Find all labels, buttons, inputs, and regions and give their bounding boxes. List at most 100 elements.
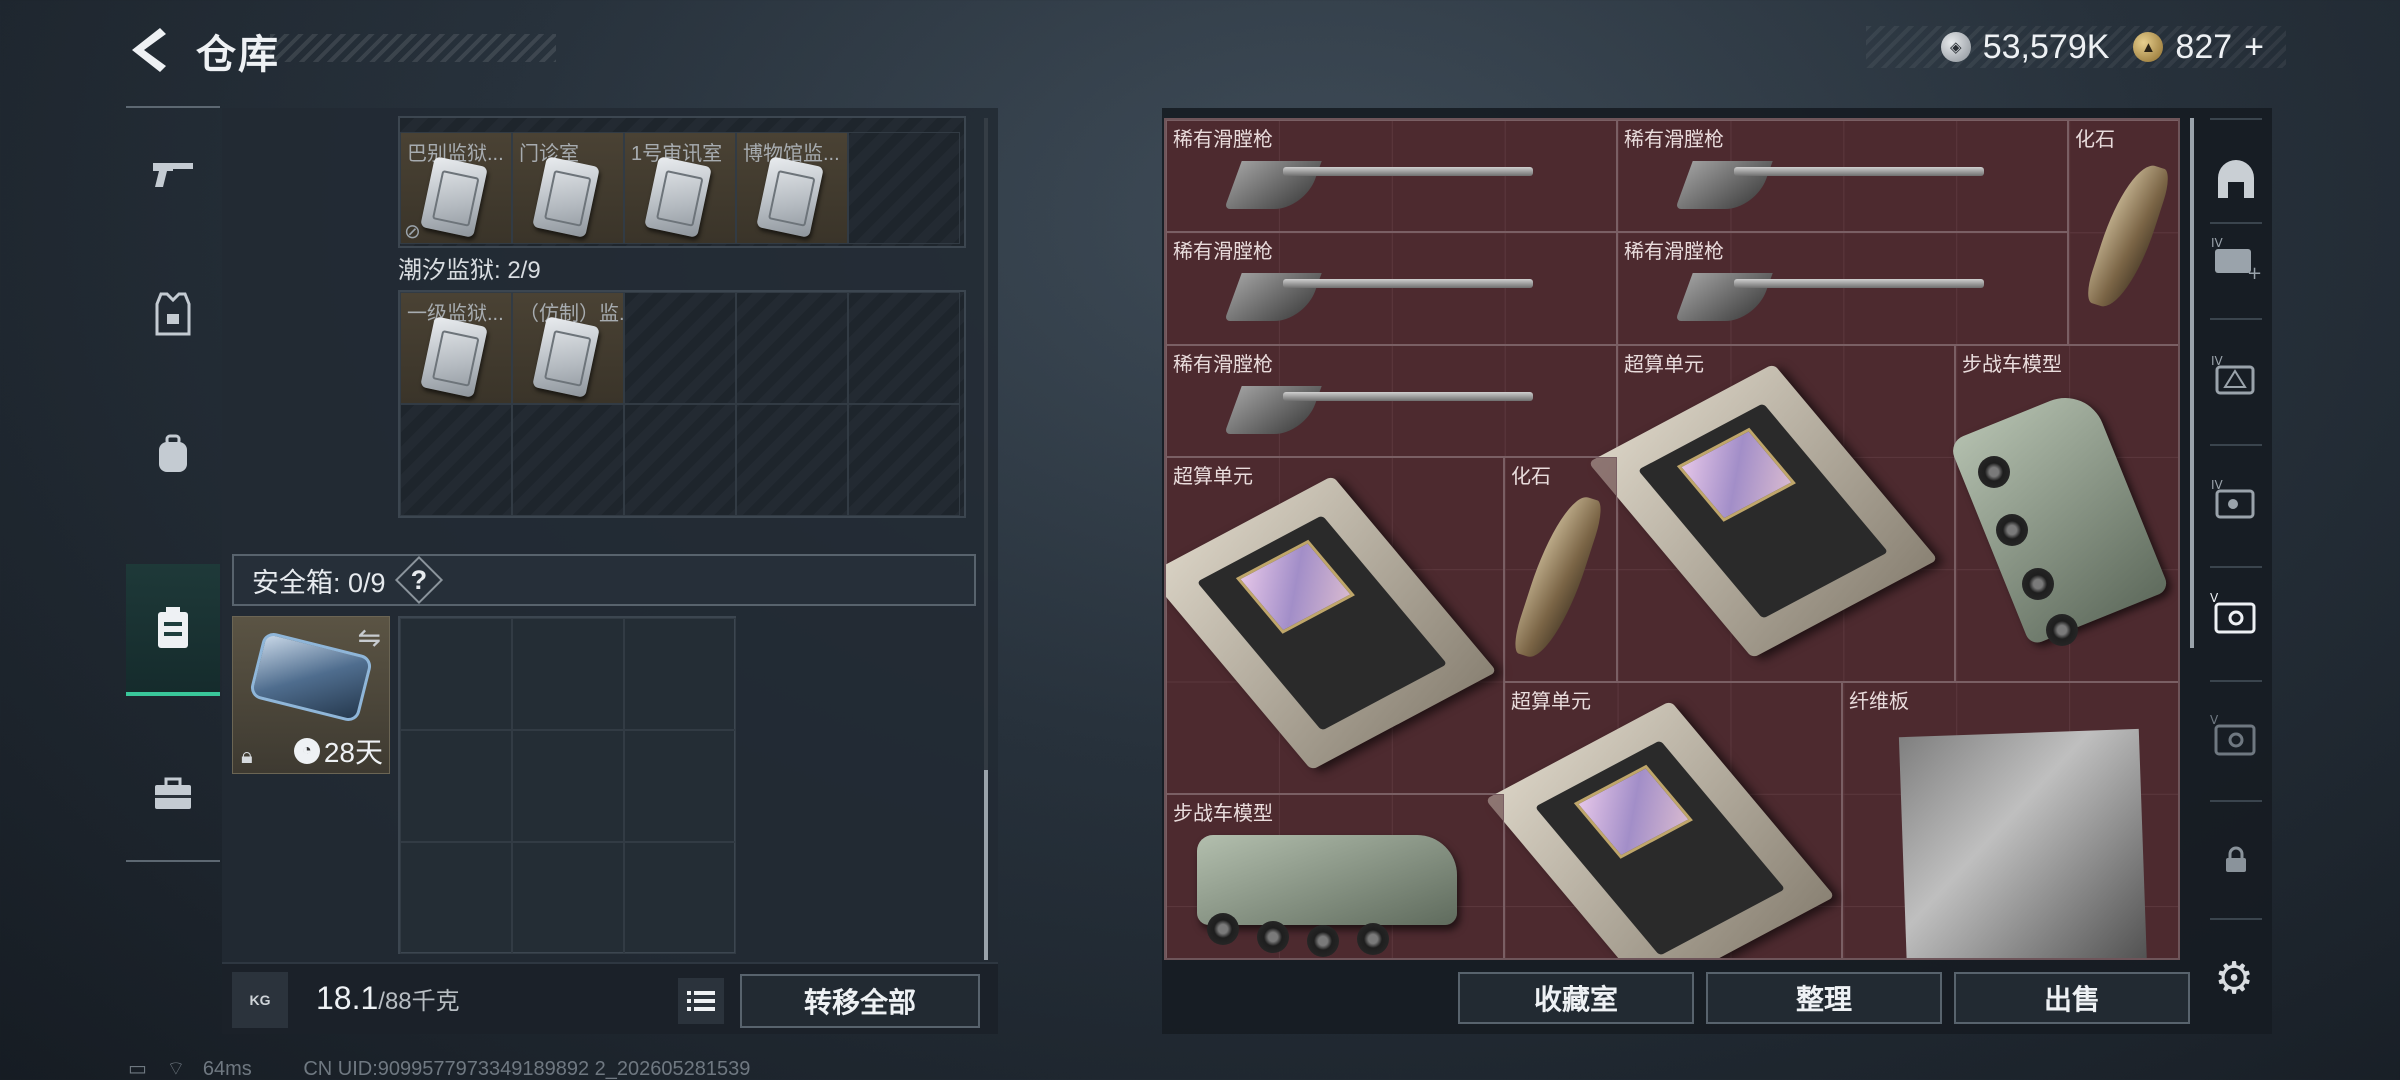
container-item-card[interactable]: 1号审讯室	[624, 132, 736, 244]
rail-item-card-slot-1[interactable]: IV +	[2206, 228, 2266, 288]
stash-item[interactable]: 超算单元	[1588, 345, 1955, 682]
empty-slot[interactable]	[512, 618, 624, 730]
gear-icon: ⚙	[2214, 953, 2254, 1003]
empty-slot[interactable]	[848, 132, 960, 244]
card-icon: V	[2210, 713, 2256, 756]
safe-box-case-icon	[248, 630, 374, 724]
empty-slot[interactable]	[848, 404, 960, 516]
list-icon	[687, 991, 715, 1011]
empty-slot[interactable]	[400, 842, 512, 954]
stash-item[interactable]: 纤维板	[1842, 682, 2178, 958]
rail-item-card-slot-3[interactable]: IV	[2206, 470, 2266, 530]
empty-slot[interactable]	[624, 730, 736, 842]
rail-item-weapons[interactable]	[126, 108, 220, 240]
warning-card-icon: IV	[2211, 354, 2255, 395]
empty-slot[interactable]	[512, 404, 624, 516]
settings-button[interactable]: ⚙	[2206, 950, 2262, 1006]
back-button[interactable]	[126, 24, 172, 76]
key-card-icon	[532, 156, 600, 238]
stash-item[interactable]: 稀有滑膛枪	[1166, 232, 1617, 345]
rail-item-safe-box[interactable]	[126, 564, 220, 696]
rail-item-card-slot-4[interactable]: V	[2206, 584, 2266, 644]
stash-item[interactable]: 步战车模型	[1166, 794, 1504, 958]
silver-currency-value: 53,579K	[1982, 27, 2110, 66]
helmet-icon	[2218, 160, 2254, 198]
empty-slot[interactable]	[624, 292, 736, 404]
gold-coin-icon: ▲	[2133, 32, 2164, 62]
safe-box-grid	[398, 616, 736, 954]
stash-item[interactable]: 稀有滑膛枪	[1166, 120, 1617, 232]
safe-box-equipped-item[interactable]: ⇋ 🔒︎ ◔ 28天	[232, 616, 390, 774]
stash-item[interactable]: 化石	[2068, 120, 2178, 345]
help-button[interactable]: ?	[394, 555, 443, 605]
compute-unit-icon	[1588, 363, 1938, 659]
backpack-icon	[159, 434, 187, 472]
container-footer: KG 18.1/88千克 转移全部	[222, 962, 998, 1034]
uid-text: CN UID:9099577973349189892 2_20260528153…	[303, 1058, 751, 1080]
empty-slot[interactable]	[736, 292, 848, 404]
add-card-icon: IV +	[2211, 236, 2261, 281]
safe-box-icon	[158, 607, 188, 648]
safe-box-timer: ◔ 28天	[293, 731, 383, 771]
add-currency-button[interactable]: +	[2244, 28, 2264, 67]
container-scroll-thumb[interactable]	[984, 770, 988, 960]
stash-item[interactable]: 化石	[1504, 457, 1617, 682]
empty-slot[interactable]	[624, 404, 736, 516]
container-item-card[interactable]: （仿制）监...	[512, 292, 624, 404]
empty-slot[interactable]	[400, 404, 512, 516]
rail-item-card-slot-2[interactable]: IV	[2206, 346, 2266, 406]
container-item-card[interactable]: 一级监狱...	[400, 292, 512, 404]
stash-scroll-thumb[interactable]	[2190, 118, 2194, 648]
item-name: 稀有滑膛枪	[1624, 129, 1724, 151]
sort-button[interactable]: 整理	[1706, 972, 1942, 1024]
battery-icon: ▭	[128, 1058, 147, 1080]
wifi-icon: ⌔	[166, 1058, 186, 1080]
empty-slot[interactable]	[624, 618, 736, 730]
rail-item-card-slot-5[interactable]: V	[2206, 706, 2266, 766]
empty-slot[interactable]	[400, 618, 512, 730]
container-item-card[interactable]: 博物馆监...	[736, 132, 848, 244]
list-view-button[interactable]	[678, 978, 724, 1024]
stash-item[interactable]: 超算单元	[1485, 682, 1842, 958]
rail-item-toolbox[interactable]	[126, 728, 220, 860]
stash-item[interactable]: 稀有滑膛枪	[1166, 345, 1617, 457]
clock-icon: ◔	[293, 738, 320, 764]
gun-icon	[153, 163, 193, 187]
rail-item-backpack[interactable]	[126, 388, 220, 520]
key-card-icon	[644, 156, 712, 238]
item-name: 步战车模型	[1962, 354, 2062, 376]
musket-icon	[1224, 273, 1533, 321]
silver-coin-icon: ◈	[1940, 32, 1971, 62]
sell-button[interactable]: 出售	[1954, 972, 2190, 1024]
key-card-icon	[420, 156, 488, 238]
stash-grid: 稀有滑膛枪 稀有滑膛枪 化石 稀有滑膛枪 稀有滑膛枪 稀有滑膛枪 超算单元 步战…	[1164, 118, 2180, 960]
rail-item-helmet[interactable]	[2206, 150, 2266, 210]
empty-slot[interactable]	[848, 292, 960, 404]
weight-max: /88千克	[378, 988, 460, 1015]
item-name: 超算单元	[1511, 691, 1591, 713]
ifv-model-icon	[1948, 385, 2170, 647]
key-card-icon: IV	[2211, 478, 2255, 519]
empty-slot[interactable]	[512, 842, 624, 954]
empty-slot[interactable]	[624, 842, 736, 954]
empty-slot[interactable]	[400, 730, 512, 842]
rail-item-armor[interactable]	[126, 248, 220, 380]
ifv-model-icon	[1197, 835, 1457, 925]
transfer-all-button[interactable]: 转移全部	[740, 974, 980, 1028]
page-title: 仓库	[196, 33, 280, 77]
lock-icon: 🔒︎	[241, 743, 253, 768]
rail-item-locked[interactable]	[2206, 830, 2266, 890]
item-name: 稀有滑膛枪	[1624, 241, 1724, 263]
ping-value: 64ms	[202, 1058, 252, 1080]
safe-box-header: 安全箱: 0/9 ?	[232, 554, 976, 606]
empty-slot[interactable]	[512, 730, 624, 842]
stash-item[interactable]: 步战车模型	[1948, 345, 2178, 682]
container-item-card[interactable]: 门诊室	[512, 132, 624, 244]
stash-item[interactable]: 稀有滑膛枪	[1617, 232, 2068, 345]
compute-unit-icon	[1485, 700, 1835, 958]
stash-item[interactable]: 稀有滑膛枪	[1617, 120, 2068, 232]
stash-item[interactable]: 超算单元	[1166, 457, 1504, 794]
empty-slot[interactable]	[736, 404, 848, 516]
swap-icon[interactable]: ⇋	[358, 621, 381, 654]
collection-room-button[interactable]: 收藏室	[1458, 972, 1694, 1024]
